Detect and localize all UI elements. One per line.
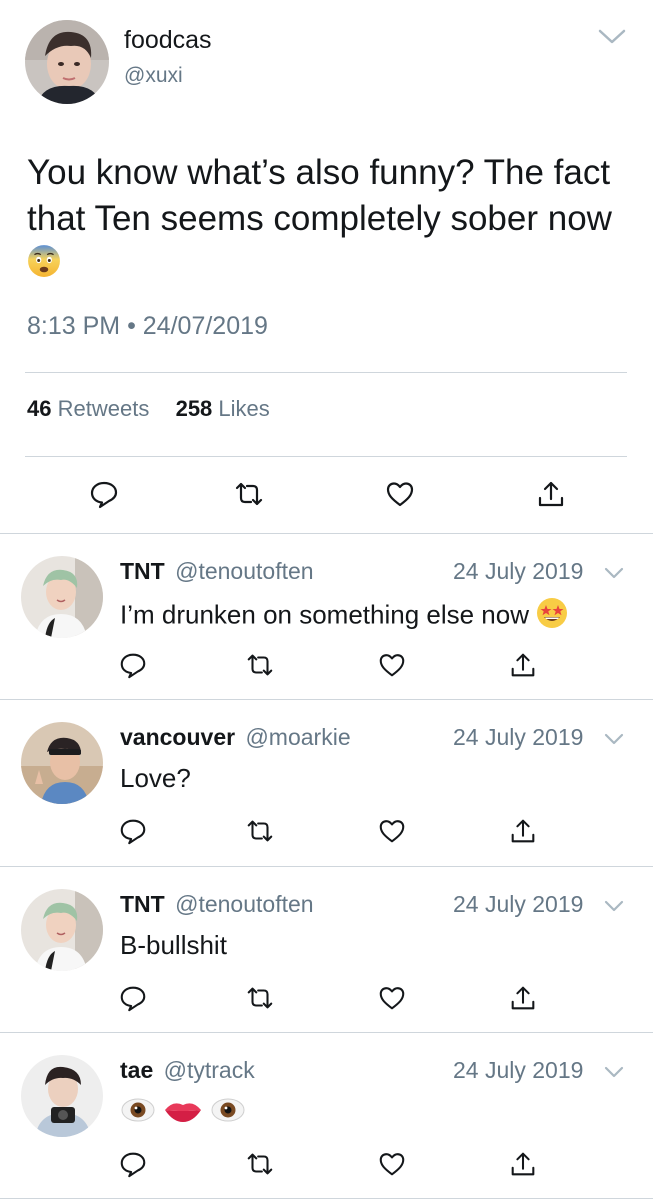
avatar[interactable]: [21, 556, 103, 638]
chevron-down-icon[interactable]: [603, 898, 625, 914]
main-handle[interactable]: @xuxi: [124, 64, 183, 88]
reply-date: 24 July 2019: [453, 1057, 584, 1083]
likes-count[interactable]: 258: [176, 396, 213, 421]
chevron-down-icon[interactable]: [603, 1064, 625, 1080]
likes-label[interactable]: Likes: [218, 396, 269, 421]
reply-author-handle[interactable]: @tenoutoften: [175, 558, 313, 584]
like-icon[interactable]: [384, 478, 416, 510]
like-icon[interactable]: [377, 816, 407, 846]
reply-icon[interactable]: [118, 1149, 148, 1179]
reply-icon[interactable]: [118, 983, 148, 1013]
reply-item[interactable]: TNT @tenoutoften 24 July 2019 I’m drunke…: [0, 534, 653, 700]
share-icon[interactable]: [508, 650, 538, 680]
reply-author-name[interactable]: tae: [120, 1057, 153, 1083]
share-icon[interactable]: [535, 478, 567, 510]
eye-emoji: [210, 1096, 246, 1131]
tweet-time: 8:13 PM: [27, 312, 121, 340]
tweet-date: 24/07/2019: [142, 312, 268, 340]
reply-text-content: Love?: [120, 763, 191, 793]
avatar[interactable]: [21, 1055, 103, 1137]
divider: [25, 372, 627, 373]
like-icon[interactable]: [377, 983, 407, 1013]
share-icon[interactable]: [508, 1149, 538, 1179]
reply-author-handle[interactable]: @moarkie: [245, 724, 350, 750]
reply-text: B-bullshit: [120, 930, 227, 961]
reply-text: [120, 1096, 246, 1131]
retweet-icon[interactable]: [245, 1149, 275, 1179]
fearful-face-emoji: [27, 244, 61, 290]
share-icon[interactable]: [508, 816, 538, 846]
timestamp-separator: •: [127, 312, 136, 340]
reply-author-name[interactable]: TNT: [120, 891, 165, 917]
reply-date: 24 July 2019: [453, 558, 584, 584]
retweet-icon[interactable]: [245, 816, 275, 846]
reply-author-handle[interactable]: @tytrack: [164, 1057, 255, 1083]
like-icon[interactable]: [377, 1149, 407, 1179]
reply-author-handle[interactable]: @tenoutoften: [175, 891, 313, 917]
divider: [0, 1198, 653, 1199]
eye-emoji: [120, 1096, 156, 1131]
retweet-icon[interactable]: [245, 650, 275, 680]
retweets-count[interactable]: 46: [27, 396, 51, 421]
reply-text-content: B-bullshit: [120, 930, 227, 960]
retweet-icon[interactable]: [245, 983, 275, 1013]
reply-icon[interactable]: [118, 816, 148, 846]
reply-text: Love?: [120, 763, 191, 794]
retweet-icon[interactable]: [233, 478, 265, 510]
reply-icon[interactable]: [88, 478, 120, 510]
reply-item[interactable]: tae @tytrack 24 July 2019: [0, 1033, 653, 1199]
retweets-label[interactable]: Retweets: [58, 396, 150, 421]
avatar[interactable]: [21, 889, 103, 971]
reply-text-content: I’m drunken on something else now: [120, 599, 530, 630]
main-tweet-text-content: You know what’s also funny? The fact tha…: [27, 153, 612, 238]
reply-date: 24 July 2019: [453, 724, 584, 750]
like-icon[interactable]: [377, 650, 407, 680]
main-avatar[interactable]: [25, 20, 109, 104]
star-struck-face-emoji: [536, 597, 568, 636]
reply-text: I’m drunken on something else now: [120, 597, 568, 636]
chevron-down-icon[interactable]: [603, 731, 625, 747]
divider: [25, 456, 627, 457]
reply-date: 24 July 2019: [453, 891, 584, 917]
avatar[interactable]: [21, 722, 103, 804]
tweet-stats: 46 Retweets 258 Likes: [27, 396, 270, 422]
reply-item[interactable]: TNT @tenoutoften 24 July 2019 B-bullshit: [0, 867, 653, 1033]
lips-emoji: [163, 1096, 203, 1131]
reply-item[interactable]: vancouver @moarkie 24 July 2019 Love?: [0, 700, 653, 866]
reply-icon[interactable]: [118, 650, 148, 680]
reply-author-name[interactable]: vancouver: [120, 724, 235, 750]
chevron-down-icon[interactable]: [596, 24, 628, 48]
main-display-name[interactable]: foodcas: [124, 26, 212, 55]
reply-author-name[interactable]: TNT: [120, 558, 165, 584]
share-icon[interactable]: [508, 983, 538, 1013]
main-tweet-text: You know what’s also funny? The fact tha…: [27, 150, 637, 290]
tweet-timestamp: 8:13 PM • 24/07/2019: [27, 312, 268, 341]
chevron-down-icon[interactable]: [603, 565, 625, 581]
